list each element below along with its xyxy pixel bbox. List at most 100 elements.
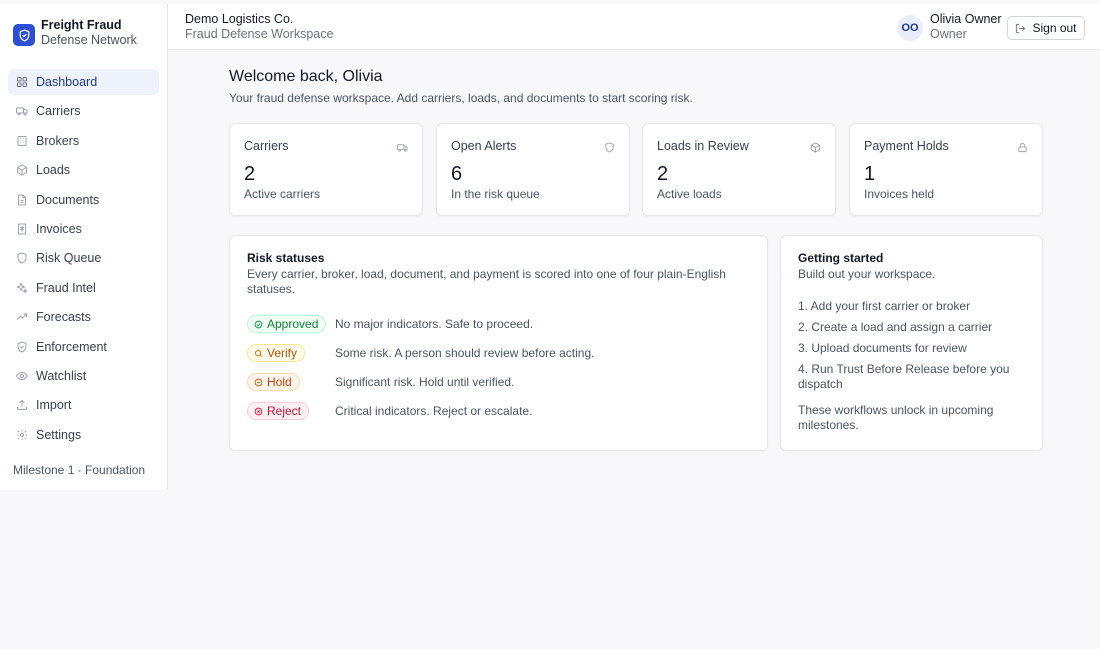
risk-status-row: Approved No major indicators. Safe to pr…: [247, 314, 533, 334]
sidebar-item-label: Fraud Intel: [36, 280, 96, 295]
truck-icon: [16, 105, 28, 117]
stat-value: 2: [244, 163, 256, 185]
brand-title: Freight Fraud: [41, 18, 122, 32]
sidebar-item-label: Settings: [36, 427, 82, 442]
stat-caption: Invoices held: [864, 187, 935, 201]
sidebar-item-label: Loads: [36, 163, 71, 178]
status-badge: Hold: [247, 373, 300, 391]
sidebar-item-label: Dashboard: [36, 75, 98, 89]
sidebar: Freight Fraud Defense Network Dashboard …: [0, 4, 168, 490]
status-badge-label: Verify: [267, 346, 298, 360]
sidebar-nav: Dashboard Carriers Brokers Loads Documen…: [8, 69, 159, 451]
eye-icon: [16, 370, 28, 382]
stat-card-carriers[interactable]: Carriers 2 Active carriers: [229, 123, 423, 216]
list-item: 1. Add your first carrier or broker: [798, 299, 971, 313]
status-badge: Verify: [247, 344, 306, 362]
dashboard-grid-icon: [16, 76, 28, 88]
org-subtitle: Fraud Defense Workspace: [185, 27, 334, 41]
avatar[interactable]: OO: [897, 15, 923, 41]
log-out-icon: [1016, 23, 1026, 33]
sidebar-item-dashboard[interactable]: Dashboard: [8, 69, 159, 95]
shield-icon: [16, 252, 28, 264]
status-description: Critical indicators. Reject or escalate.: [335, 404, 533, 418]
stat-caption: Active carriers: [244, 187, 321, 201]
panel-subtitle: Build out your workspace.: [798, 267, 936, 281]
sidebar-item-invoices[interactable]: Invoices: [8, 216, 159, 242]
x-circle-icon: [254, 407, 263, 415]
sidebar-item-label: Enforcement: [36, 339, 107, 354]
status-description: No major indicators. Safe to proceed.: [335, 317, 534, 331]
stat-card-payment-holds[interactable]: Payment Holds 1 Invoices held: [849, 123, 1043, 216]
check-circle-icon: [254, 320, 263, 328]
panel-title: Getting started: [798, 251, 884, 265]
sidebar-item-label: Import: [36, 398, 72, 413]
receipt-icon: [16, 223, 28, 235]
page-subtitle: Your fraud defense workspace. Add carrie…: [229, 91, 693, 105]
sidebar-item-fraud-intel[interactable]: Fraud Intel: [8, 275, 159, 301]
getting-started-panel: Getting started Build out your workspace…: [780, 235, 1043, 451]
status-badge: Approved: [247, 315, 327, 333]
sidebar-item-label: Risk Queue: [36, 251, 102, 266]
shield-logo-icon: [13, 24, 35, 46]
stat-value: 2: [657, 163, 669, 185]
milestone-label: Milestone 1 · Foundation: [13, 463, 146, 477]
sidebar-item-label: Carriers: [36, 104, 81, 119]
stat-label: Carriers: [244, 139, 289, 153]
sidebar-item-enforcement[interactable]: Enforcement: [8, 334, 159, 360]
truck-icon: [397, 140, 408, 152]
sidebar-item-documents[interactable]: Documents: [8, 187, 159, 213]
stat-card-loads-in-review[interactable]: Loads in Review 2 Active loads: [642, 123, 836, 216]
status-badge-label: Approved: [267, 317, 319, 331]
panel-description: Every carrier, broker, load, document, a…: [247, 267, 726, 296]
sidebar-item-loads[interactable]: Loads: [8, 157, 159, 183]
stat-card-open-alerts[interactable]: Open Alerts 6 In the risk queue: [436, 123, 630, 216]
sidebar-item-watchlist[interactable]: Watchlist: [8, 363, 159, 389]
stat-label: Payment Holds: [864, 139, 949, 153]
sign-out-button[interactable]: Sign out: [1007, 16, 1085, 40]
sparkles-icon: [16, 281, 28, 294]
trending-up-icon: [16, 311, 28, 323]
org-info: Demo Logistics Co. Fraud Defense Workspa…: [185, 12, 333, 42]
sidebar-item-label: Watchlist: [36, 368, 87, 383]
risk-status-row: Reject Critical indicators. Reject or es…: [247, 401, 532, 421]
shield-check-icon: [16, 340, 28, 353]
sign-out-label: Sign out: [1032, 21, 1077, 35]
upload-icon: [16, 399, 28, 411]
risk-statuses-panel: Risk statuses Every carrier, broker, loa…: [229, 235, 768, 451]
stat-label: Loads in Review: [657, 139, 749, 153]
status-badge: Reject: [247, 402, 310, 420]
panel-title: Risk statuses: [247, 251, 325, 265]
list-item: 3. Upload documents for review: [798, 341, 967, 355]
stat-caption: Active loads: [657, 187, 722, 201]
sidebar-item-settings[interactable]: Settings: [8, 422, 159, 448]
sidebar-item-label: Forecasts: [36, 310, 91, 325]
stat-caption: In the risk queue: [451, 187, 540, 201]
sidebar-item-label: Documents: [36, 192, 100, 207]
package-icon: [16, 164, 28, 176]
status-description: Significant risk. Hold until verified.: [335, 375, 515, 389]
sidebar-item-forecasts[interactable]: Forecasts: [8, 304, 159, 330]
user-info: Olivia Owner Owner: [930, 12, 1002, 42]
list-item: 4. Run Trust Before Release before you d…: [798, 362, 1010, 391]
document-icon: [16, 194, 28, 206]
search-icon: [255, 349, 262, 357]
getting-started-note: These workflows unlock in upcoming miles…: [798, 403, 994, 432]
risk-status-row: Hold Significant risk. Hold until verifi…: [247, 372, 514, 392]
user-role: Owner: [930, 27, 967, 41]
sidebar-item-import[interactable]: Import: [8, 392, 159, 418]
shield-icon: [604, 140, 615, 153]
sidebar-item-label: Brokers: [36, 133, 80, 148]
brand[interactable]: Freight Fraud Defense Network: [13, 18, 137, 48]
sidebar-item-label: Invoices: [36, 221, 82, 236]
sidebar-item-brokers[interactable]: Brokers: [8, 128, 159, 154]
brand-subtitle: Defense Network: [41, 33, 137, 47]
topbar: Demo Logistics Co. Fraud Defense Workspa…: [168, 4, 1100, 50]
sidebar-item-carriers[interactable]: Carriers: [8, 98, 159, 124]
pause-circle-icon: [254, 378, 263, 386]
lock-icon: [1017, 140, 1028, 153]
stat-label: Open Alerts: [451, 139, 517, 153]
list-item: 2. Create a load and assign a carrier: [798, 320, 993, 334]
package-icon: [810, 140, 821, 153]
sidebar-item-risk-queue[interactable]: Risk Queue: [8, 245, 159, 271]
risk-status-row: Verify Some risk. A person should review…: [247, 343, 594, 363]
